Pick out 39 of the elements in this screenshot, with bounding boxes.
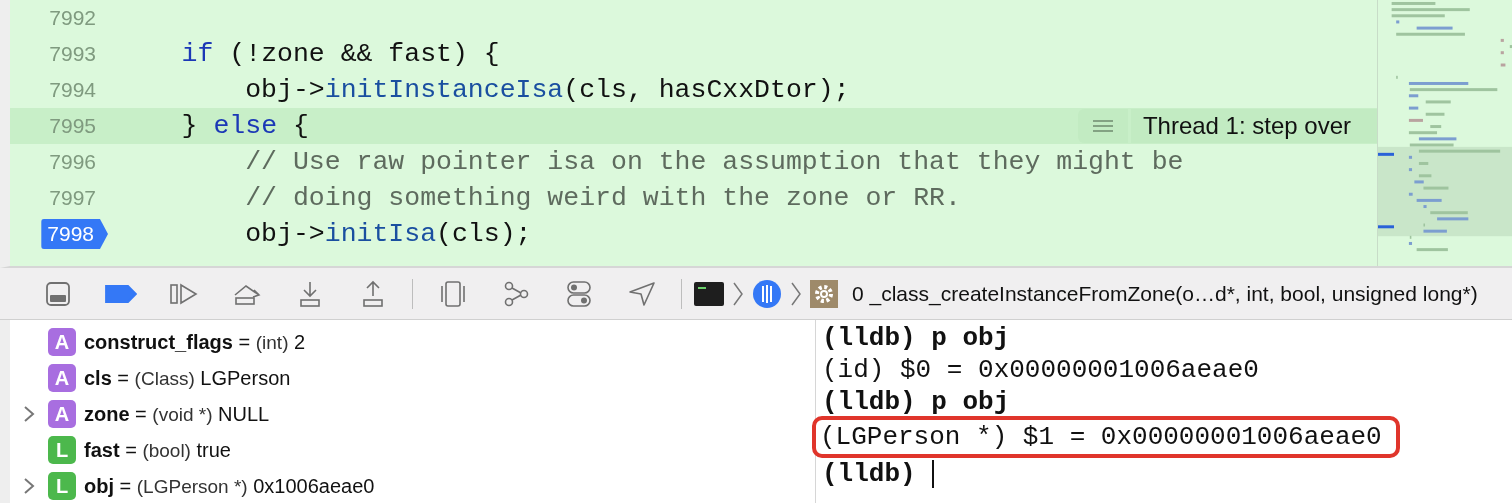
minimap-drawing[interactable]	[1377, 0, 1512, 266]
code-line: obj->initInstanceIsa(cls, hasCxxDtor);	[244, 75, 850, 105]
code-line: obj->initIsa(cls);	[244, 219, 532, 249]
variable-entry[interactable]: obj = (LGPerson *) 0x1006aeae0	[84, 474, 375, 498]
terminal-icon[interactable]	[694, 281, 724, 306]
variable-kind-badge: A	[48, 400, 76, 428]
line-number: 7997	[49, 186, 97, 210]
variable-entry[interactable]: zone = (void *) NULL	[84, 402, 270, 426]
console-line: (lldb) p obj	[822, 323, 1010, 353]
chevron-icon	[790, 280, 802, 307]
breakpoint-marker[interactable]: 7998	[41, 219, 108, 249]
console-line: (lldb) p obj	[822, 387, 1010, 417]
variable-kind-badge: A	[48, 328, 76, 356]
gear-icon[interactable]	[810, 279, 838, 308]
variable-kind-badge: A	[48, 364, 76, 392]
stack-frame-label[interactable]: 0 _class_createInstanceFromZone(o…d*, int, bool, unsigned long*)	[852, 281, 1478, 306]
thread-annotation: Thread 1: step over	[1130, 109, 1377, 143]
line-number: 7993	[49, 42, 97, 66]
variable-kind-badge: L	[48, 436, 76, 464]
variable-entry[interactable]: construct_flags = (int) 2	[84, 330, 306, 354]
menu-icon[interactable]	[1077, 109, 1128, 143]
code-line: } else {	[180, 111, 309, 141]
line-number: 7992	[49, 6, 97, 30]
thread-icon[interactable]	[752, 278, 782, 309]
code-line: // doing something weird with the zone or RR.	[244, 183, 961, 213]
disclosure-icon[interactable]	[23, 405, 35, 423]
variable-entry[interactable]: cls = (Class) LGPerson	[84, 366, 291, 390]
disclosure-icon[interactable]	[23, 477, 35, 495]
console-line: (id) $0 = 0x00000001006aeae0	[822, 355, 1259, 385]
line-number: 7994	[49, 78, 97, 102]
code-line: if (!zone && fast) {	[180, 39, 500, 69]
console-line: (lldb)	[822, 459, 916, 489]
variable-kind-badge: L	[48, 472, 76, 500]
variable-entry[interactable]: fast = (bool) true	[84, 438, 231, 462]
code-line: // Use raw pointer isa on the assumption that they might be	[244, 147, 1184, 177]
line-number: 7995	[49, 114, 97, 138]
console-line: (LGPerson *) $1 = 0x00000001006aeae0	[820, 422, 1382, 452]
chevron-icon	[732, 280, 744, 307]
line-number: 7996	[49, 150, 97, 174]
